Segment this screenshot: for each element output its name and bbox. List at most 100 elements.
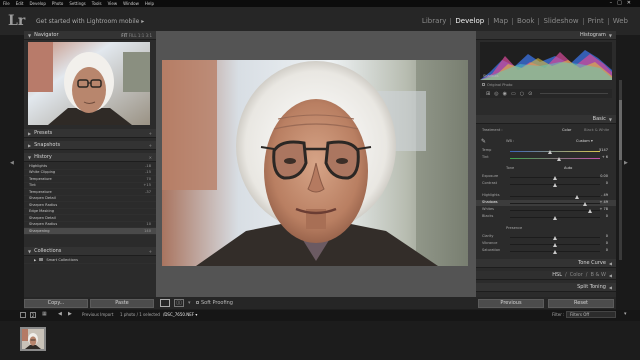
bw-tab[interactable]: B & W [590,272,605,278]
filmstrip-filename[interactable]: /DSC_7650.NEF ▾ [163,312,197,317]
slider-knob[interactable] [548,149,552,154]
module-slideshow[interactable]: Slideshow [539,18,584,25]
red-eye-icon[interactable]: ◉ [503,91,507,97]
highlights-slider[interactable]: Highlights - 49 [476,193,616,199]
menu-window[interactable]: Window [123,0,139,7]
whites-slider[interactable]: Whites + 78 [476,207,616,213]
add-collection-icon[interactable]: + [149,249,152,254]
presets-header[interactable]: ▶ Presets + [24,129,156,138]
zoom-3-1[interactable]: 3:1 [146,33,152,38]
tint-slider[interactable]: Tint + 6 [476,155,616,161]
clarity-slider[interactable]: Clarity 0 [476,234,616,240]
module-book[interactable]: Book [513,18,540,25]
menu-help[interactable]: Help [145,0,154,7]
close-icon[interactable]: ✕ [627,0,636,6]
forward-arrow-icon[interactable]: ▶ [68,311,72,317]
navigator-header[interactable]: ▼ Navigator FIT FILL 1:1 3:1 [24,31,156,40]
histogram[interactable]: Shadows [480,42,612,80]
slider-knob[interactable] [588,208,592,213]
reset-button[interactable]: Reset [548,299,614,308]
treatment-bw[interactable]: Black & White [584,128,609,132]
copy-button[interactable]: Copy... [24,299,88,308]
dropdown-icon[interactable]: ▾ [188,300,191,306]
slider-knob[interactable] [553,249,557,254]
identity-title[interactable]: Get started with Lightroom mobile ▸ [36,18,144,25]
slider-knob[interactable] [553,235,557,240]
soft-proofing-toggle[interactable]: Soft Proofing [196,300,233,306]
module-develop[interactable]: Develop [451,18,490,25]
image-canvas[interactable] [156,31,476,297]
menu-photo[interactable]: Photo [52,0,63,7]
menu-develop[interactable]: Develop [29,0,45,7]
right-panel-toggle-icon[interactable]: ▶ [624,160,628,166]
slider-knob[interactable] [553,215,557,220]
menu-file[interactable]: File [3,0,10,7]
spot-removal-icon[interactable]: ◎ [494,91,498,97]
filter-lock-icon[interactable]: ▾ [624,311,627,317]
basic-header[interactable]: Basic ▼ [476,115,616,124]
slider-value[interactable]: + 49 [600,200,609,204]
hsl-tab[interactable]: HSL [552,272,562,278]
vibrance-slider[interactable]: Vibrance 0 [476,241,616,247]
paste-button[interactable]: Paste [90,299,154,308]
treatment-color[interactable]: Color [562,128,571,132]
split-toning-header[interactable]: Split Toning ◀ [476,283,616,292]
right-panel-scrollbar[interactable] [619,80,622,260]
slider-knob[interactable] [553,175,557,180]
before-after-icon[interactable]: ▯▯ [174,299,184,307]
clear-history-icon[interactable]: ✕ [149,155,152,160]
module-library[interactable]: Library [418,18,452,25]
slider-value[interactable]: 0 [606,248,608,252]
filter-dropdown[interactable]: Filters Off [566,311,616,318]
tool-slider[interactable] [540,93,608,94]
adjustment-brush-icon[interactable]: ⊙ [528,91,532,97]
temp-slider[interactable]: Temp 5147 [476,148,616,154]
scrollbar-thumb[interactable] [619,100,622,160]
color-tab[interactable]: Color [570,272,583,278]
zoom-1-1[interactable]: 1:1 [138,33,144,38]
slider-value[interactable]: + 78 [600,207,609,211]
snapshots-header[interactable]: ▶ Snapshots + [24,141,156,150]
slider-value[interactable]: 0 [606,181,608,185]
slider-value[interactable]: 0 [606,241,608,245]
page-1-icon[interactable] [20,312,26,318]
history-item-selected[interactable]: Sharpening 140 [24,228,156,235]
original-photo-toggle[interactable]: Original Photo [482,83,512,87]
radial-filter-icon[interactable]: ○ [520,91,524,97]
filmstrip-thumbnail-selected[interactable] [20,327,46,351]
zoom-fit[interactable]: FIT [121,33,127,38]
hsl-header[interactable]: HSL / Color / B & W ◀ [476,271,616,280]
slider-value[interactable]: 0 [606,234,608,238]
contrast-slider[interactable]: Contrast 0 [476,181,616,187]
saturation-slider[interactable]: Saturation 0 [476,248,616,254]
slider-value[interactable]: 5147 [599,148,608,152]
tone-curve-header[interactable]: Tone Curve ◀ [476,259,616,268]
graduated-filter-icon[interactable]: ▭ [511,91,516,97]
slider-value[interactable]: 0.00 [600,174,608,178]
add-snapshot-icon[interactable]: + [149,143,152,148]
slider-value[interactable]: 0 [606,214,608,218]
slider-knob[interactable] [575,194,579,199]
menu-tools[interactable]: Tools [92,0,102,7]
crop-tool-icon[interactable]: ⊞ [486,91,490,97]
slider-knob[interactable] [557,156,561,161]
shadows-slider[interactable]: Shadows + 49 [476,200,616,206]
slider-value[interactable]: + 6 [602,155,608,159]
slider-knob[interactable] [553,242,557,247]
menu-edit[interactable]: Edit [16,0,24,7]
slider-knob[interactable] [583,201,587,206]
navigator-preview[interactable] [28,42,150,125]
exposure-slider[interactable]: Exposure 0.00 [476,174,616,180]
history-header[interactable]: ▼ History ✕ [24,153,156,162]
previous-button[interactable]: Previous [478,299,544,308]
tone-auto-button[interactable]: Auto [564,166,572,170]
add-preset-icon[interactable]: + [149,131,152,136]
page-2-icon[interactable]: 2 [30,312,36,318]
left-panel-toggle-icon[interactable]: ◀ [10,160,14,166]
maximize-icon[interactable]: □ [617,0,627,6]
minimize-icon[interactable]: – [610,0,618,6]
collection-item[interactable]: ▶ Smart Collections [24,257,156,264]
slider-value[interactable]: - 49 [601,193,608,197]
module-map[interactable]: Map [489,18,514,25]
wb-dropdown[interactable]: Custom ▾ [576,139,593,143]
